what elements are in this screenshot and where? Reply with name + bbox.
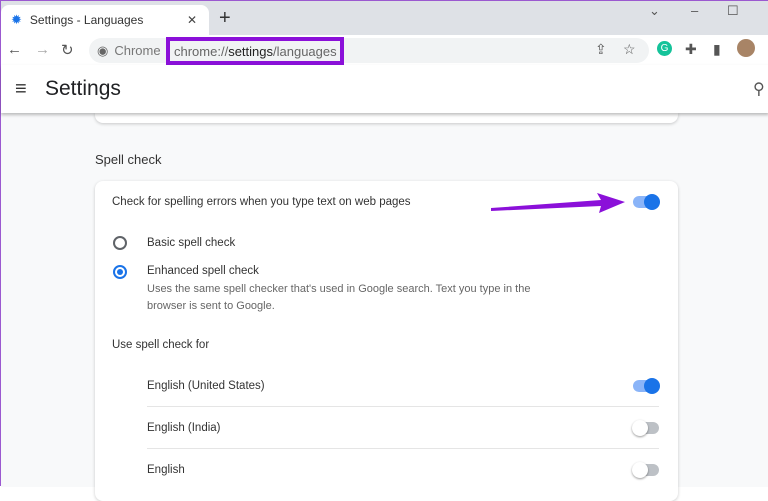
grammarly-icon[interactable]: G <box>657 41 672 56</box>
tab-settings-languages[interactable]: ✹ Settings - Languages ✕ <box>1 5 209 35</box>
gear-icon: ✹ <box>11 12 22 27</box>
chrome-icon: ◉ <box>97 42 109 58</box>
language-toggle-en-in[interactable] <box>632 420 659 436</box>
basic-spell-check-radio[interactable] <box>113 236 127 250</box>
spell-check-toggle-label: Check for spelling errors when you type … <box>112 196 411 208</box>
spell-check-card: Check for spelling errors when you type … <box>95 181 678 501</box>
extensions-icon[interactable]: ✚ <box>685 41 697 58</box>
language-toggle-en[interactable] <box>632 462 659 478</box>
language-toggle-en-us[interactable] <box>633 378 660 394</box>
language-label: English (United States) <box>147 380 265 392</box>
share-icon[interactable]: ⇪ <box>595 41 607 58</box>
search-icon[interactable]: ⚲ <box>753 79 765 99</box>
tab-title: Settings - Languages <box>29 13 144 27</box>
page-title: Settings <box>45 77 121 100</box>
url-path: settings <box>228 43 273 59</box>
enhanced-spell-check-label: Enhanced spell check <box>147 265 259 277</box>
tab-bar: ✹ Settings - Languages ✕ + ⌄ – ☐ <box>1 1 768 35</box>
divider <box>147 406 659 407</box>
previous-card <box>95 113 678 123</box>
omnibox-label: Chrome <box>114 43 161 58</box>
reload-icon[interactable]: ↻ <box>61 41 74 59</box>
annotation-arrow-icon <box>491 193 625 213</box>
spell-check-toggle[interactable] <box>633 194 660 210</box>
new-tab-button[interactable]: + <box>219 7 231 30</box>
divider <box>147 448 659 449</box>
section-title: Spell check <box>95 152 162 167</box>
side-panel-icon[interactable]: ▮ <box>713 41 721 58</box>
back-icon[interactable]: ← <box>7 41 22 58</box>
settings-main: Spell check Check for spelling errors wh… <box>1 113 768 501</box>
tab-search-icon[interactable]: ⌄ <box>649 3 660 19</box>
language-label: English <box>147 464 185 476</box>
close-tab-icon[interactable]: ✕ <box>187 13 197 27</box>
enhanced-spell-check-radio[interactable] <box>113 265 127 279</box>
avatar[interactable] <box>737 39 755 57</box>
url-input[interactable]: chrome://settings/languages <box>166 37 344 65</box>
maximize-button[interactable]: ☐ <box>727 3 739 19</box>
language-label: English (India) <box>147 422 221 434</box>
settings-header: ≡ Settings ⚲ <box>1 65 768 113</box>
menu-icon[interactable]: ≡ <box>15 78 27 101</box>
toolbar: ← → ↻ ◉ Chrome <box>1 35 768 65</box>
basic-spell-check-label: Basic spell check <box>147 237 236 249</box>
minimize-button[interactable]: – <box>691 3 698 18</box>
url-prefix: chrome:// <box>174 43 229 59</box>
forward-icon[interactable]: → <box>35 41 50 58</box>
enhanced-spell-check-description: Uses the same spell checker that's used … <box>147 283 531 312</box>
url-suffix: /languages <box>273 43 337 59</box>
bookmark-star-icon[interactable]: ☆ <box>623 41 636 58</box>
use-spell-check-label: Use spell check for <box>112 339 210 351</box>
